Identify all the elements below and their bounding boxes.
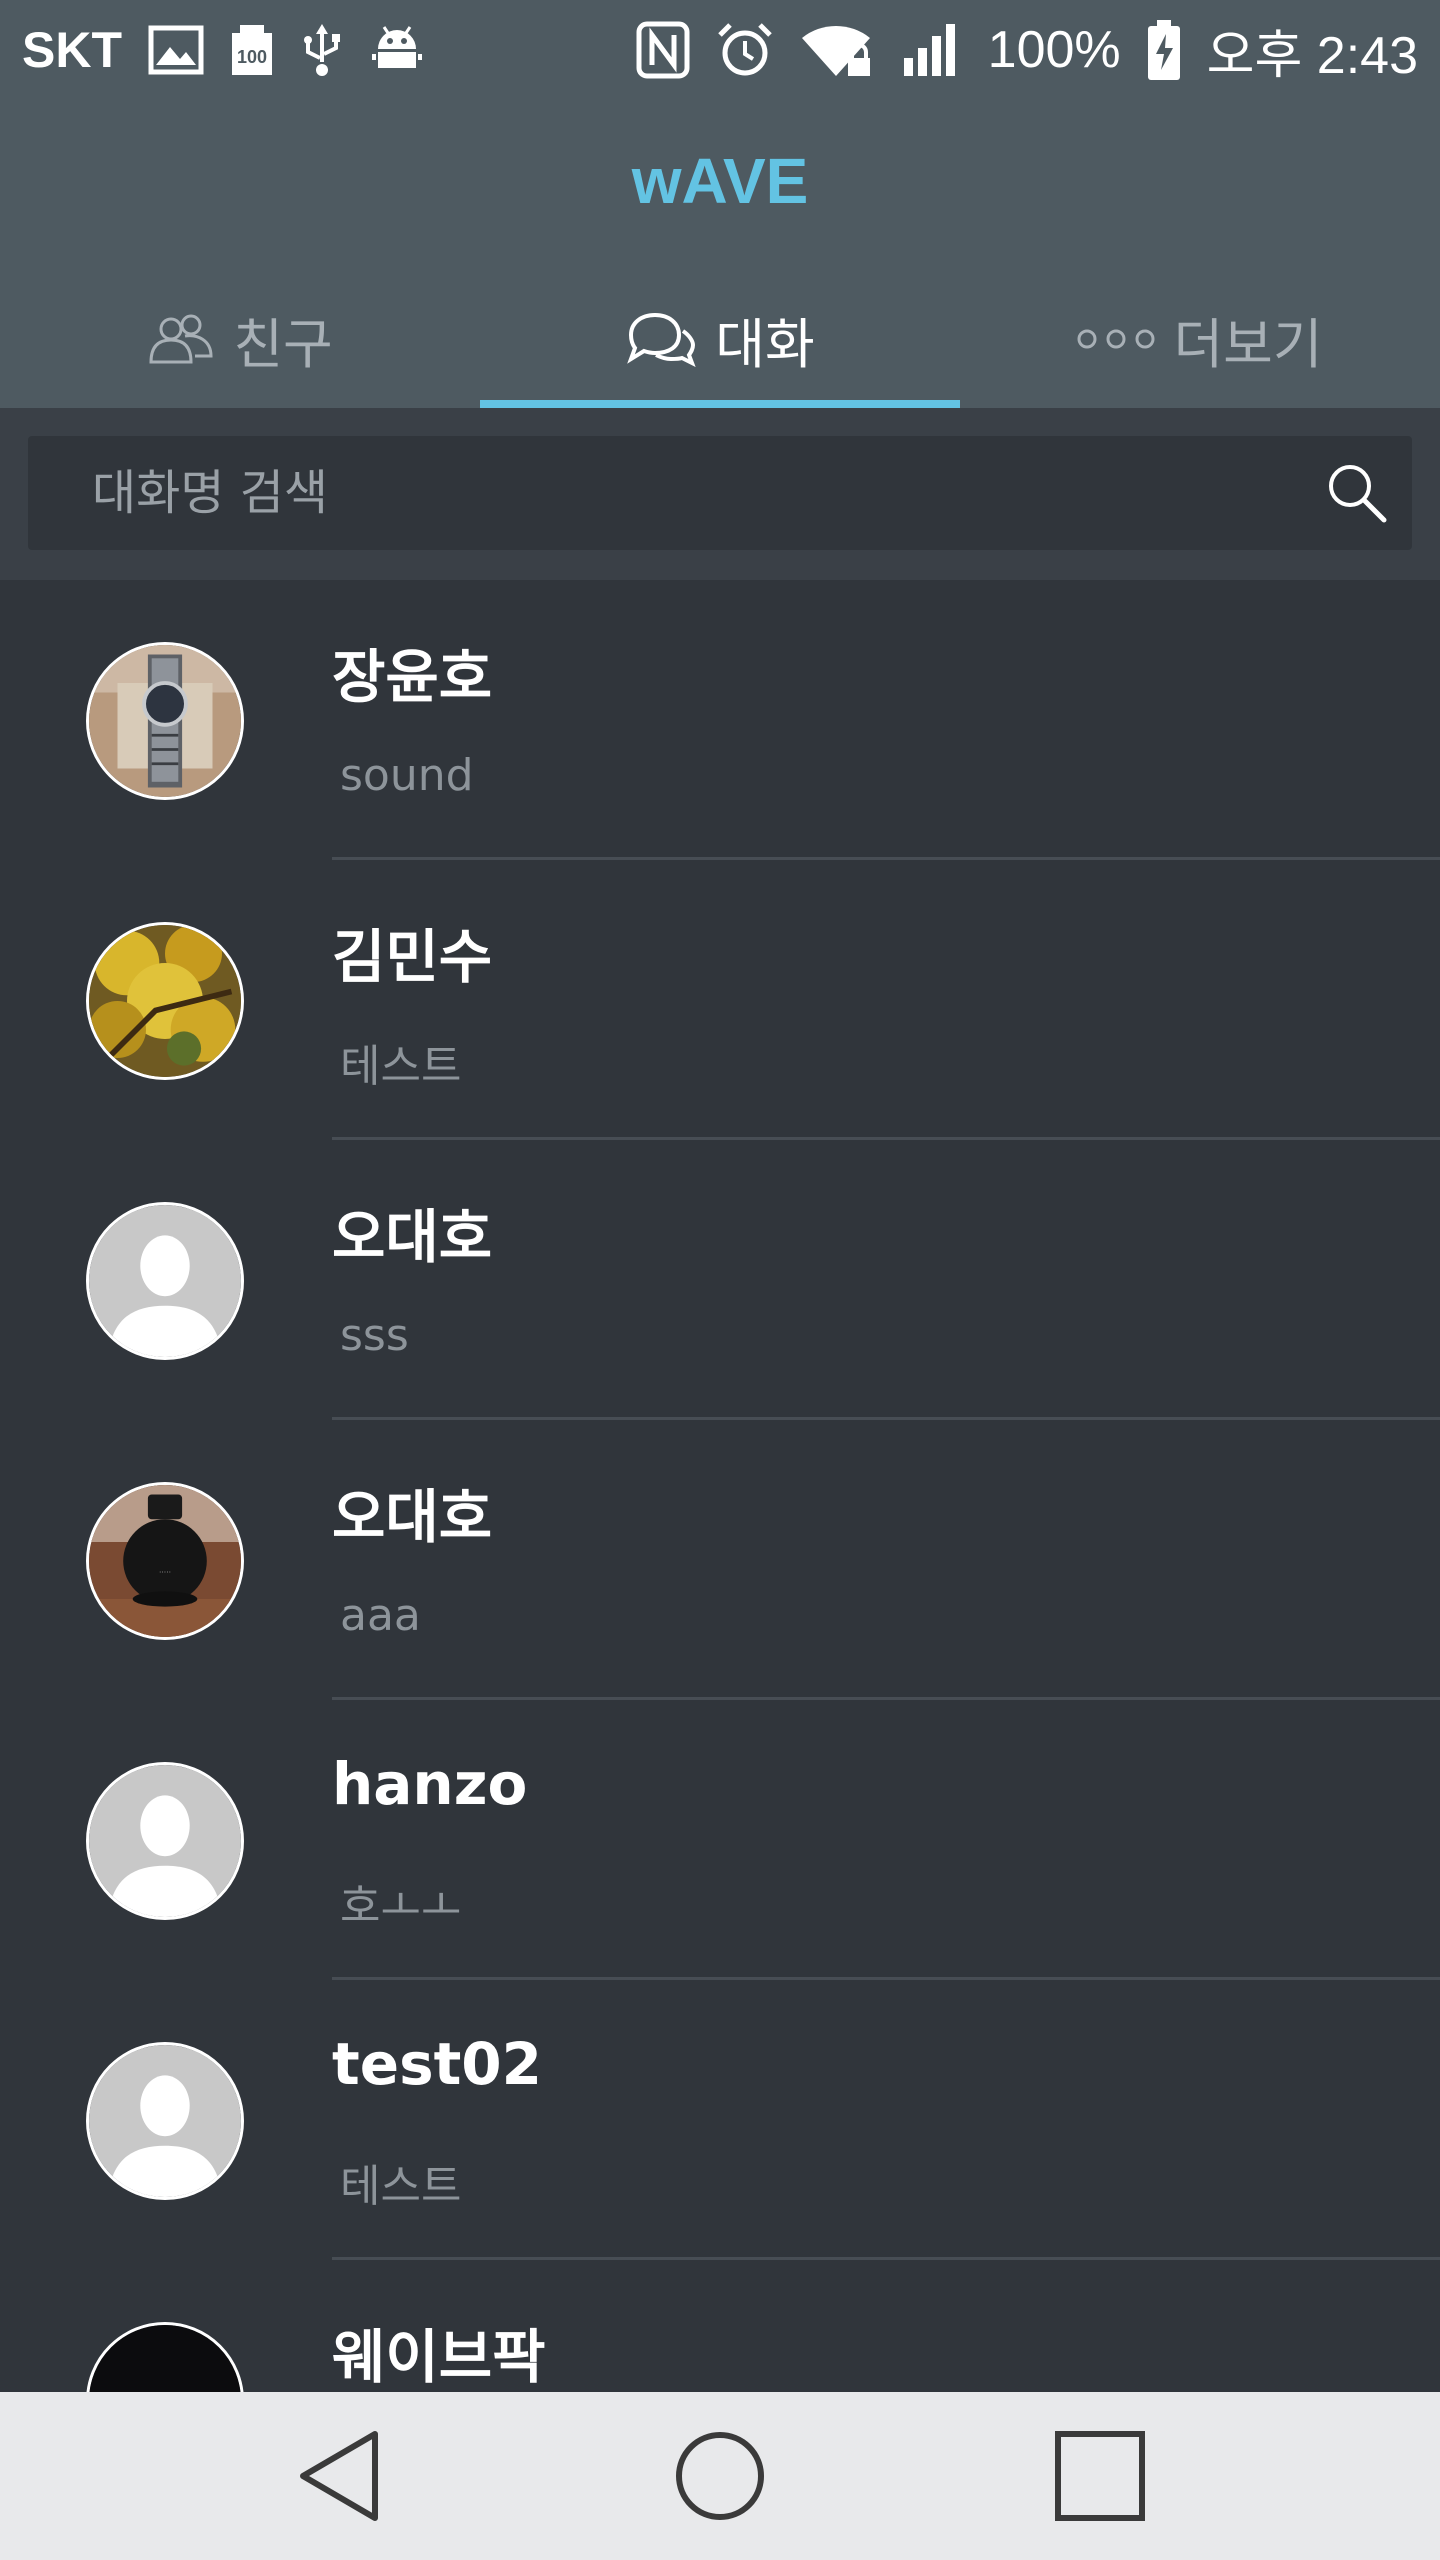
search-box: [28, 436, 1412, 550]
tab-chats[interactable]: 대화: [480, 270, 960, 408]
android-debug-icon: [370, 23, 424, 77]
conversation-preview: sss: [340, 1310, 409, 1361]
conversation-list: 장윤호 sound 김민수 테스트 오대호 sss ..... 오대호 aaa …: [0, 580, 1440, 2392]
tab-more-label: 더보기: [1173, 312, 1323, 376]
search-input[interactable]: [28, 436, 1302, 550]
svg-text:100: 100: [237, 47, 267, 67]
conversation-name: 김민수: [332, 923, 493, 991]
more-dots-icon: [1077, 327, 1155, 351]
avatar: [86, 1762, 244, 1920]
conversation-name: 오대호: [332, 1483, 493, 1551]
avatar: [86, 642, 244, 800]
nfc-icon: [636, 21, 690, 79]
default-person-icon: [89, 1765, 241, 1917]
signal-icon: [902, 22, 962, 78]
black-bottle-photo-icon: .....: [89, 1485, 241, 1637]
battery-percent: 100%: [987, 21, 1121, 79]
svg-text:.....: .....: [159, 1565, 171, 1574]
search-button[interactable]: [1302, 436, 1412, 550]
app-header: wAVE 친구 대화 더보기: [0, 100, 1440, 408]
usb-icon: [300, 22, 344, 78]
conversation-preview: 테스트: [340, 2161, 462, 2212]
gallery-icon: [148, 25, 204, 75]
conversation-item[interactable]: hanzo 호ㅗㅗ: [0, 1700, 1440, 1980]
avatar: [86, 922, 244, 1080]
watch-photo-icon: [89, 645, 241, 797]
back-icon: [300, 2431, 378, 2521]
tab-friends-label: 친구: [233, 312, 333, 376]
conversation-name: hanzo: [332, 1750, 528, 1818]
tab-more[interactable]: 더보기: [960, 270, 1440, 408]
chat-bubbles-icon: [625, 311, 697, 367]
status-left: SKT 100: [22, 21, 424, 79]
search-icon: [1329, 465, 1387, 523]
conversation-item[interactable]: 장윤호 sound: [0, 580, 1440, 860]
back-button[interactable]: [150, 2392, 530, 2560]
status-time: 오후 2:43: [1206, 26, 1418, 85]
app-title: wAVE: [631, 145, 809, 217]
avatar: .....: [86, 1482, 244, 1640]
default-person-icon: [89, 2045, 241, 2197]
conversation-item[interactable]: test02 테스트: [0, 1980, 1440, 2260]
wifi-lock-icon: [800, 22, 876, 78]
home-button[interactable]: [530, 2392, 910, 2560]
tab-bar: 친구 대화 더보기: [0, 270, 1440, 408]
carrier-label: SKT: [22, 22, 122, 78]
autumn-tree-photo-icon: [89, 925, 241, 1077]
conversation-item[interactable]: 웨이브팍: [0, 2260, 1440, 2392]
conversation-preview: 테스트: [340, 1041, 462, 1092]
conversation-preview: aaa: [340, 1590, 421, 1641]
status-bar: SKT 100 100% 오후 2:43: [0, 0, 1440, 100]
avatar: [86, 1202, 244, 1360]
conversation-item[interactable]: ..... 오대호 aaa: [0, 1420, 1440, 1700]
conversation-name: 오대호: [332, 1203, 493, 1271]
battery-charging-icon: [1147, 20, 1181, 80]
default-person-icon: [89, 1205, 241, 1357]
conversation-preview: 호ㅗㅗ: [340, 1881, 462, 1932]
conversation-name: 장윤호: [332, 643, 493, 711]
conversation-name: 웨이브팍: [332, 2323, 546, 2391]
status-right: 100% 오후 2:43: [636, 13, 1418, 88]
conversation-preview: sound: [340, 750, 474, 801]
recents-icon: [1055, 2431, 1145, 2521]
avatar: [86, 2042, 244, 2200]
tab-chats-label: 대화: [715, 312, 815, 376]
tab-friends[interactable]: 친구: [0, 270, 480, 408]
conversation-name: test02: [332, 2030, 543, 2098]
conversation-item[interactable]: 김민수 테스트: [0, 860, 1440, 1140]
alarm-icon: [716, 21, 774, 79]
navigation-bar: [0, 2392, 1440, 2560]
home-icon: [676, 2432, 764, 2520]
search-area: [0, 408, 1440, 580]
avatar: [86, 2322, 244, 2392]
sd-100-icon: 100: [230, 23, 274, 77]
black-photo-icon: [89, 2325, 241, 2392]
recents-button[interactable]: [910, 2392, 1290, 2560]
conversation-item[interactable]: 오대호 sss: [0, 1140, 1440, 1420]
friends-icon: [147, 312, 215, 366]
